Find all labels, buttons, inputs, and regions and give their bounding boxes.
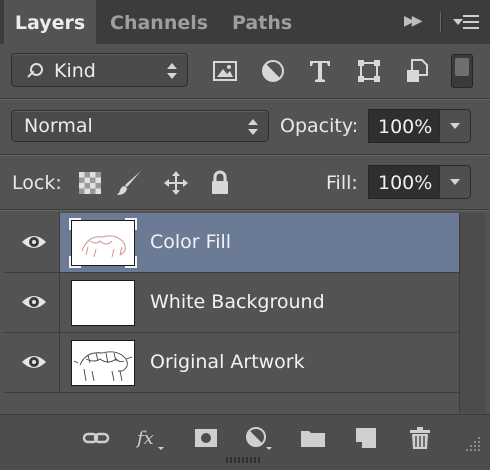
tab-paths[interactable]: Paths bbox=[232, 0, 292, 44]
layer-name: White Background bbox=[150, 291, 325, 313]
link-layers-icon[interactable] bbox=[82, 425, 110, 451]
tab-channels[interactable]: Channels bbox=[110, 0, 208, 44]
svg-text:fx: fx bbox=[136, 428, 154, 449]
layers-scrollbar[interactable] bbox=[459, 213, 486, 413]
opacity-dropdown-button[interactable] bbox=[439, 109, 471, 143]
panel-resize-grip[interactable] bbox=[226, 457, 262, 463]
lock-image-pixels-icon[interactable] bbox=[115, 169, 143, 197]
blend-mode-select[interactable]: Normal bbox=[11, 110, 269, 142]
eye-icon bbox=[22, 236, 46, 248]
search-icon bbox=[27, 63, 43, 78]
opacity-value: 100% bbox=[378, 116, 433, 138]
layer-name: Original Artwork bbox=[150, 351, 305, 373]
opacity-label: Opacity: bbox=[280, 115, 359, 137]
tab-bar: Layers Channels Paths ▶▶ bbox=[0, 0, 490, 44]
layer-style-icon[interactable]: fx bbox=[135, 425, 164, 451]
blend-mode-value: Normal bbox=[24, 115, 93, 137]
fill-label: Fill: bbox=[326, 172, 358, 194]
tab-layers[interactable]: Layers bbox=[4, 0, 96, 44]
divider bbox=[0, 209, 490, 211]
chevron-down-icon bbox=[450, 123, 460, 129]
eye-icon bbox=[22, 296, 46, 308]
chevron-down-icon bbox=[450, 179, 460, 185]
shape-layer-filter-icon[interactable] bbox=[356, 58, 382, 84]
layer-row-color-fill[interactable]: Color Fill bbox=[4, 213, 459, 273]
smart-object-filter-icon[interactable] bbox=[404, 58, 430, 84]
updown-arrows-icon bbox=[248, 118, 258, 136]
type-layer-filter-icon[interactable] bbox=[307, 58, 333, 84]
selection-corner bbox=[125, 256, 137, 268]
divider bbox=[0, 98, 490, 100]
bottom-toolbar: fx bbox=[0, 414, 490, 470]
layer-thumbnail bbox=[71, 340, 135, 386]
selection-corner bbox=[69, 256, 81, 268]
visibility-toggle[interactable] bbox=[4, 213, 60, 272]
visibility-toggle[interactable] bbox=[4, 333, 60, 392]
filter-toggle-switch[interactable] bbox=[451, 54, 473, 88]
layers-panel: Layers Channels Paths ▶▶ Kind Normal Opa… bbox=[0, 0, 490, 470]
pixel-layer-filter-icon[interactable] bbox=[212, 58, 238, 84]
visibility-toggle[interactable] bbox=[4, 273, 60, 332]
layer-thumbnail bbox=[71, 280, 135, 326]
eye-icon bbox=[22, 356, 46, 368]
new-group-icon[interactable] bbox=[299, 425, 327, 451]
resize-corner-icon[interactable] bbox=[464, 435, 482, 453]
adjustment-layer-icon[interactable] bbox=[244, 425, 272, 451]
layer-thumbnail bbox=[69, 218, 137, 268]
updown-arrows-icon bbox=[167, 62, 177, 80]
lock-transparent-pixels-icon[interactable] bbox=[76, 169, 104, 197]
add-mask-icon[interactable] bbox=[192, 425, 220, 451]
layer-row-white-background[interactable]: White Background bbox=[4, 273, 459, 333]
layer-row-original-artwork[interactable]: Original Artwork bbox=[4, 333, 459, 393]
fill-value: 100% bbox=[378, 172, 433, 194]
filter-kind-label: Kind bbox=[54, 60, 96, 82]
lock-position-icon[interactable] bbox=[162, 169, 190, 197]
delete-layer-icon[interactable] bbox=[406, 425, 434, 451]
fill-dropdown-button[interactable] bbox=[439, 165, 471, 199]
selection-corner bbox=[125, 218, 137, 230]
adjustment-layer-filter-icon[interactable] bbox=[260, 58, 286, 84]
selection-corner bbox=[69, 218, 81, 230]
layer-name: Color Fill bbox=[150, 231, 232, 253]
fill-input[interactable]: 100% bbox=[368, 165, 440, 199]
lock-all-icon[interactable] bbox=[206, 169, 234, 197]
panel-menu-icon[interactable] bbox=[453, 13, 479, 31]
new-layer-icon[interactable] bbox=[352, 425, 380, 451]
divider bbox=[0, 154, 490, 156]
layers-list: Color Fill White Background Original Art… bbox=[4, 213, 459, 413]
tab-divider bbox=[440, 12, 442, 32]
filter-kind-select[interactable]: Kind bbox=[11, 53, 188, 87]
collapse-panel-icon[interactable]: ▶▶ bbox=[404, 13, 422, 29]
lock-label: Lock: bbox=[12, 172, 62, 194]
opacity-input[interactable]: 100% bbox=[368, 109, 440, 143]
